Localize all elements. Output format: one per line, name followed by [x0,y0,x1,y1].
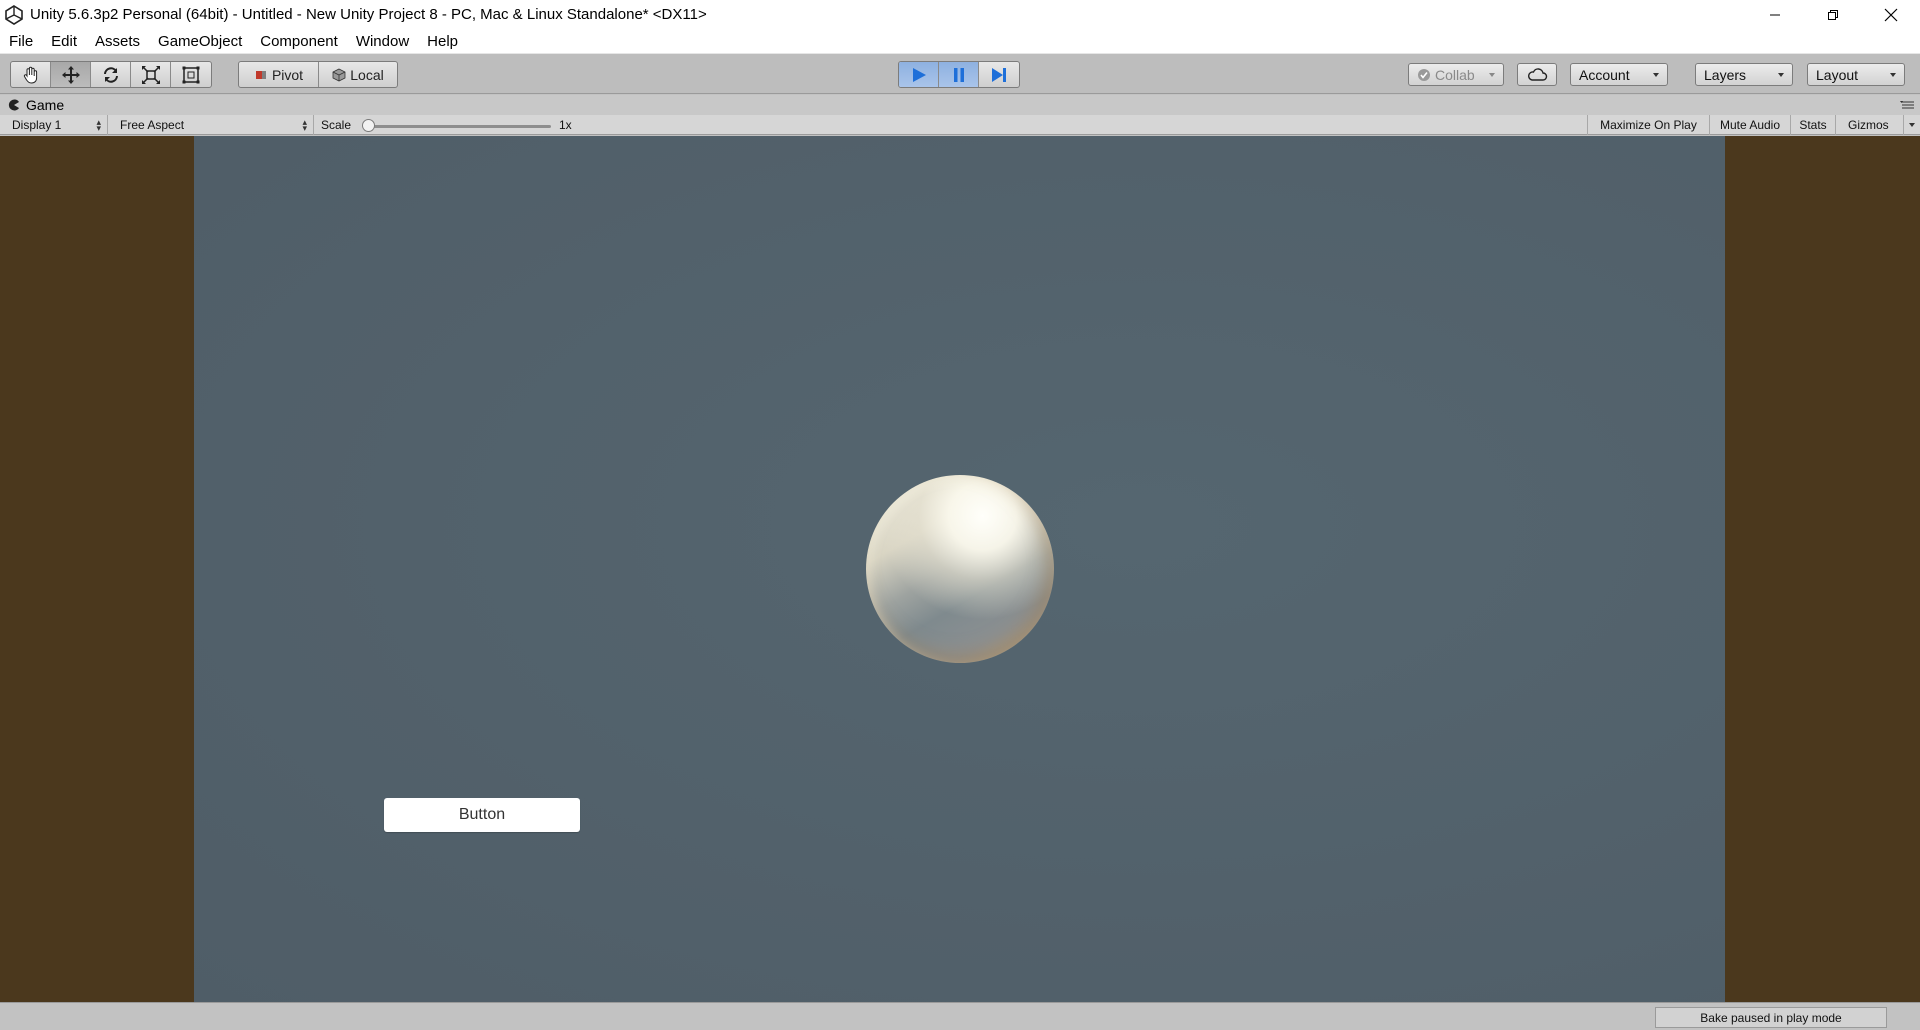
hand-tool-button[interactable] [11,62,51,87]
close-icon [1884,8,1898,21]
maximize-on-play-toggle[interactable]: Maximize On Play [1587,115,1709,135]
menu-window[interactable]: Window [347,29,418,54]
menu-file[interactable]: File [0,29,42,54]
ui-button[interactable]: Button [384,798,580,832]
aspect-value: Free Aspect [120,118,185,132]
scale-slider-track[interactable] [365,125,551,128]
menu-component[interactable]: Component [251,29,347,54]
gizmos-label: Gizmos [1848,118,1889,132]
layers-caret-icon [1778,73,1784,77]
play-icon [912,67,926,82]
check-circle-icon [1418,68,1430,81]
window-controls [1746,0,1920,29]
status-message-text: Bake paused in play mode [1700,1010,1842,1025]
ui-button-label: Button [458,806,506,823]
play-button[interactable] [899,62,939,87]
maximize-on-play-label: Maximize On Play [1600,118,1697,132]
main-toolbar: Pivot Local Collab Account Layers Layout [0,54,1920,94]
rect-icon [182,66,200,83]
scale-slider-handle[interactable] [362,119,375,132]
account-dropdown[interactable]: Account [1570,63,1668,86]
play-controls [898,61,1020,88]
restore-button[interactable] [1804,0,1862,29]
game-render-area[interactable]: Button [194,136,1725,1002]
transform-tools [10,61,212,88]
pivot-icon [255,70,266,79]
menu-edit[interactable]: Edit [42,29,86,54]
rotate-icon [103,66,118,83]
game-viewport[interactable]: Button [0,136,1920,1002]
menu-help[interactable]: Help [418,29,467,54]
game-tab-label: Game [26,97,65,113]
scale-value: 1x [559,118,572,132]
title-bar: Unity 5.6.3p2 Personal (64bit) - Untitle… [0,0,1920,29]
rotate-tool-button[interactable] [91,62,131,87]
move-tool-button[interactable] [51,62,91,87]
mute-audio-toggle[interactable]: Mute Audio [1709,115,1790,135]
display-value: Display 1 [12,118,62,132]
tab-menu-icon[interactable] [1900,101,1914,109]
account-caret-icon [1653,73,1659,77]
pause-button[interactable] [939,62,979,87]
collab-caret-icon [1489,73,1495,77]
updown-arrows-icon: ▴ ▾ [302,117,307,133]
chevron-down-icon [1909,123,1915,127]
menu-assets[interactable]: Assets [86,29,149,54]
window-title: Unity 5.6.3p2 Personal (64bit) - Untitle… [30,6,707,23]
collab-label: Collab [1435,66,1475,83]
collab-dropdown[interactable]: Collab [1408,63,1504,86]
rect-tool-button[interactable] [171,62,211,87]
unity-logo-icon [5,4,23,25]
pause-icon [953,67,964,82]
scale-tool-button[interactable] [131,62,171,87]
menu-gameobject[interactable]: GameObject [149,29,251,54]
updown-arrows-icon: ▴ ▾ [96,117,101,133]
gizmos-dropdown[interactable]: Gizmos [1835,115,1903,135]
gizmos-menu-button[interactable] [1903,115,1920,135]
pivot-local-toggles: Pivot Local [238,61,398,88]
cloud-icon [1528,67,1548,81]
restore-icon [1828,9,1838,20]
game-view-toolbar: Display 1 ▴ ▾ Free Aspect ▴ ▾ Scale 1x Max… [0,115,1920,135]
local-button[interactable]: Local [319,62,397,87]
minimize-button[interactable] [1746,0,1804,29]
step-icon [992,67,1006,82]
layout-label: Layout [1816,66,1859,83]
layers-dropdown[interactable]: Layers [1695,63,1793,86]
step-button[interactable] [979,62,1019,87]
hand-icon [23,66,37,84]
game-tab-header: Game [0,95,1920,115]
stats-toggle[interactable]: Stats [1790,115,1835,135]
local-label: Local [350,66,384,83]
pivot-label: Pivot [271,66,304,83]
local-cube-icon [332,68,346,81]
display-select[interactable]: Display 1 ▴ ▾ [6,115,108,135]
layout-caret-icon [1890,73,1896,77]
aspect-select[interactable]: Free Aspect ▴ ▾ [114,115,314,135]
pivot-button[interactable]: Pivot [239,62,319,87]
close-button[interactable] [1862,0,1920,29]
tab-game[interactable]: Game [8,95,64,115]
minimize-icon [1770,14,1780,15]
scale-icon [141,65,160,84]
status-message: Bake paused in play mode [1655,1007,1887,1028]
move-icon [61,65,80,84]
game-pacman-icon [8,99,19,111]
scale-label: Scale [321,118,352,132]
sphere-object [866,475,1054,663]
mute-audio-label: Mute Audio [1719,118,1781,132]
layout-dropdown[interactable]: Layout [1807,63,1905,86]
cloud-button[interactable] [1517,63,1557,86]
account-label: Account [1579,66,1630,83]
menu-bar: File Edit Assets GameObject Component Wi… [0,29,1920,54]
layers-label: Layers [1704,66,1747,83]
status-bar: Bake paused in play mode [0,1002,1920,1030]
stats-label: Stats [1799,118,1827,132]
